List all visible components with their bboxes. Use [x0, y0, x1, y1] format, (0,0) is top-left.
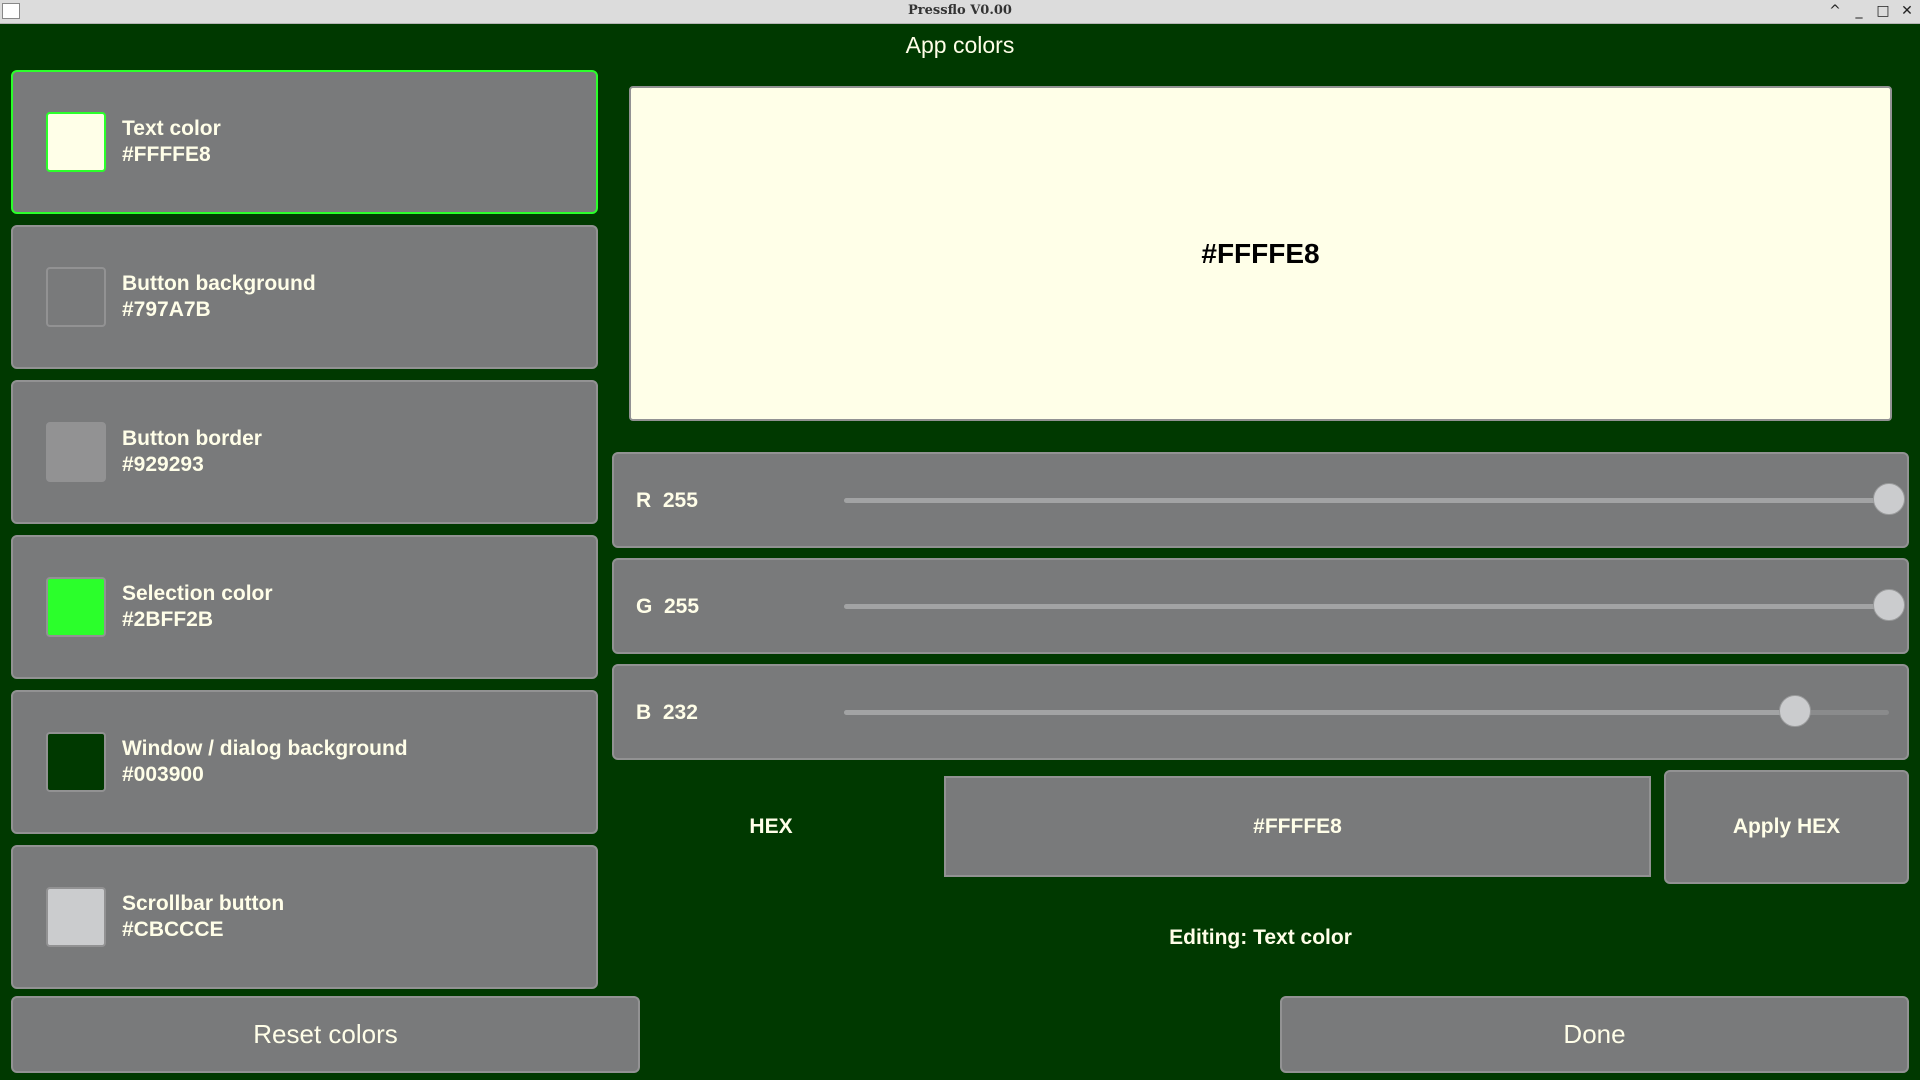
color-item-window-background[interactable]: Window / dialog background #003900	[11, 690, 598, 834]
slider-label-blue: B 232	[636, 701, 698, 724]
slider-track-green[interactable]	[844, 589, 1905, 621]
editing-status: Editing: Text color	[1169, 926, 1352, 949]
slider-fill	[844, 604, 1889, 609]
color-item-text-color[interactable]: Text color #FFFFE8	[11, 70, 598, 214]
done-button[interactable]: Done	[1280, 996, 1909, 1073]
color-item-label: Text color	[122, 117, 221, 140]
slider-label-green: G 255	[636, 595, 700, 618]
reset-colors-button[interactable]: Reset colors	[11, 996, 640, 1073]
color-item-label: Button border	[122, 427, 262, 450]
color-item-label: Window / dialog background	[122, 737, 408, 760]
title-bar: Pressflo V0.00 ^ _ □ ✕	[0, 0, 1920, 24]
color-swatch	[46, 267, 106, 327]
slider-thumb-green[interactable]	[1873, 589, 1905, 621]
color-item-hex: #CBCCCE	[122, 918, 224, 941]
slider-thumb-blue[interactable]	[1778, 695, 1811, 727]
color-item-hex: #929293	[122, 453, 204, 476]
color-swatch	[46, 732, 106, 792]
color-item-scrollbar-button[interactable]: Scrollbar button #CBCCCE	[11, 845, 598, 989]
color-swatch	[46, 887, 106, 947]
color-item-hex: #797A7B	[122, 298, 211, 321]
color-item-hex: #003900	[122, 763, 204, 786]
slider-thumb-red[interactable]	[1873, 483, 1905, 515]
slider-panel-green: G 255	[612, 558, 1909, 654]
color-item-hex: #2BFF2B	[122, 608, 214, 631]
slider-track-red[interactable]	[844, 483, 1905, 515]
color-item-button-border[interactable]: Button border #929293	[11, 380, 598, 524]
color-item-selection-color[interactable]: Selection color #2BFF2B	[11, 535, 598, 679]
hex-label: HEX	[749, 815, 793, 838]
slider-fill	[844, 498, 1889, 503]
hex-input[interactable]	[944, 776, 1651, 877]
window-title: Pressflo V0.00	[908, 3, 1012, 18]
color-swatch	[46, 112, 106, 172]
slider-fill	[844, 710, 1795, 715]
close-icon[interactable]: ✕	[1900, 1, 1914, 21]
color-item-label: Scrollbar button	[122, 892, 285, 915]
color-swatch	[46, 422, 106, 482]
color-preview: #FFFFE8	[629, 86, 1892, 421]
color-item-hex: #FFFFE8	[122, 143, 211, 166]
slider-panel-blue: B 232	[612, 664, 1909, 760]
color-item-label: Selection color	[122, 582, 273, 605]
color-item-label: Button background	[122, 272, 316, 295]
maximize-icon[interactable]: □	[1876, 1, 1890, 21]
slider-track-blue[interactable]	[844, 695, 1889, 727]
collapse-icon[interactable]: ^	[1828, 1, 1842, 21]
color-item-button-background[interactable]: Button background #797A7B	[11, 225, 598, 369]
slider-panel-red: R 255	[612, 452, 1909, 548]
minimize-icon[interactable]: _	[1852, 1, 1866, 21]
color-swatch	[46, 577, 106, 637]
slider-label-red: R 255	[636, 489, 698, 512]
preview-hex-label: #FFFFE8	[1201, 237, 1320, 269]
page-title: App colors	[905, 32, 1015, 58]
apply-hex-button[interactable]: Apply HEX	[1664, 770, 1909, 884]
